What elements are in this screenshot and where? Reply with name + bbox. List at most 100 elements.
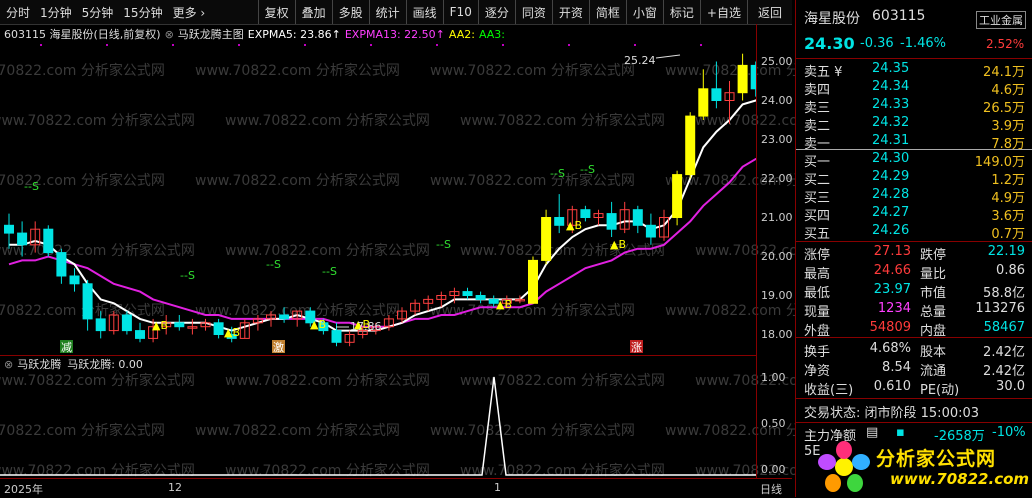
ask-price: 24.34	[872, 79, 910, 94]
month-12-label: 12	[168, 481, 182, 494]
y-tick-label: 21.00	[761, 210, 793, 224]
tool-button-4[interactable]: 画线	[405, 0, 443, 24]
ask-row[interactable]: 卖二 24.32 3.9万	[796, 115, 1032, 134]
bid-price: 24.28	[872, 187, 910, 202]
candlestick-chart[interactable]: --S--S--S--S--S--S --S▲B▲B▲B ▲B▲B▲B▲B25.24…	[0, 42, 756, 354]
close-icon[interactable]: ⊗	[4, 358, 13, 371]
close-icon[interactable]: ⊗	[165, 28, 174, 41]
period-tab-2[interactable]: 5分钟	[82, 4, 114, 21]
top-marker	[436, 44, 438, 46]
tool-button-10[interactable]: 小窗	[625, 0, 663, 24]
top-marker	[568, 44, 570, 46]
bid-label: 买二	[804, 173, 831, 188]
sell-signal: --S	[580, 163, 595, 176]
candle-body	[685, 115, 696, 176]
tag-jian: 减	[61, 341, 72, 354]
stats-label: 总量	[920, 305, 947, 320]
indicator-name[interactable]: 马跃龙腾主图	[178, 26, 244, 42]
tool-button-13[interactable]: 返回	[746, 0, 792, 24]
stats-label: 涨停	[804, 248, 831, 263]
y-tick-label: 20.00	[761, 249, 793, 263]
sub-indicator-bar: ⊗ 马跃龙腾 马跃龙腾: 0.00	[0, 355, 756, 372]
bid-volume: 149.0万	[974, 155, 1025, 170]
fin-value: 0.610	[873, 379, 911, 394]
ask-price: 24.35	[872, 61, 910, 76]
period-tab-1[interactable]: 1分钟	[40, 4, 72, 21]
period-tab-4[interactable]: 更多 ›	[173, 4, 206, 21]
expand-icon[interactable]: ▤	[866, 425, 878, 440]
flower-logo-icon	[818, 441, 870, 492]
tool-button-0[interactable]: 复权	[257, 0, 295, 24]
ask-volume: 24.1万	[983, 65, 1025, 80]
period-tab-3[interactable]: 15分钟	[123, 4, 162, 21]
candle-body	[56, 252, 67, 277]
tool-button-2[interactable]: 多股	[331, 0, 369, 24]
fin-value: 2.42亿	[983, 345, 1025, 360]
tool-button-3[interactable]: 统计	[368, 0, 406, 24]
stats-label: 最高	[804, 267, 831, 282]
tool-button-11[interactable]: 标记	[662, 0, 700, 24]
ask-row[interactable]: 卖五 ¥ 24.35 24.1万	[796, 61, 1032, 80]
buy-signal: ▲B	[496, 298, 512, 311]
stats-value: 58467	[983, 320, 1025, 335]
logo-text: 分析家公式网	[876, 448, 997, 470]
top-marker	[370, 44, 372, 46]
candle-body	[632, 209, 643, 226]
quote-panel: 海星股份 603115 工业金属 24.30 -0.36 -1.46% 2.52…	[795, 0, 1032, 497]
fin-label: 净资	[804, 364, 831, 379]
expma5-line	[9, 99, 756, 332]
stats-row: 最低 23.97 市值 58.8亿	[796, 282, 1032, 301]
stats-label: 市值	[920, 286, 947, 301]
period-label[interactable]: 日线	[760, 481, 782, 497]
candle-body	[554, 217, 565, 226]
stats-label: 最低	[804, 286, 831, 301]
candle-body	[82, 283, 93, 320]
tool-button-1[interactable]: 叠加	[294, 0, 332, 24]
tool-button-5[interactable]: F10	[442, 0, 478, 24]
stats-value: 113276	[975, 301, 1025, 316]
candle-body	[121, 314, 132, 332]
sell-signal: --S	[180, 269, 195, 282]
top-marker	[40, 44, 42, 46]
stats-label: 量比	[920, 267, 947, 282]
y-tick-label: 24.00	[761, 93, 793, 107]
ask-price: 24.33	[872, 97, 910, 112]
stock-code: 603115	[872, 8, 926, 24]
bid-row[interactable]: 买一 24.30 149.0万	[796, 151, 1032, 170]
price-change-pct: -1.46%	[900, 36, 946, 51]
tool-button-12[interactable]: +自选	[699, 0, 747, 24]
buy-signal: ▲B	[566, 219, 582, 232]
tool-button-7[interactable]: 同资	[514, 0, 552, 24]
sub-indicator-chart[interactable]	[0, 371, 756, 477]
buy-signal: ▲B	[224, 326, 240, 339]
tool-button-8[interactable]: 开资	[551, 0, 589, 24]
stats-value: 0.86	[996, 263, 1025, 278]
sub-indicator-name[interactable]: 马跃龙腾	[17, 356, 61, 372]
sector-tag[interactable]: 工业金属	[976, 11, 1026, 29]
bid-row[interactable]: 买三 24.28 4.9万	[796, 187, 1032, 206]
bid-row[interactable]: 买二 24.29 1.2万	[796, 169, 1032, 188]
bid-row[interactable]: 买五 24.26 0.7万	[796, 223, 1032, 242]
fin-label: PE(动)	[920, 383, 960, 398]
price-axis: 25.00 24.00 23.00 22.00 21.00 20.00 19.00 18.00…	[756, 24, 793, 479]
tool-button-9[interactable]: 简框	[588, 0, 626, 24]
fin-label: 换手	[804, 345, 831, 360]
ask-row[interactable]: 卖四 24.34 4.6万	[796, 79, 1032, 98]
buy-signal: ▲B	[152, 319, 168, 332]
stats-value: 23.97	[873, 282, 911, 297]
y-tick-label: 19.00	[761, 288, 793, 302]
tool-button-6[interactable]: 逐分	[477, 0, 515, 24]
bid-row[interactable]: 买四 24.27 3.6万	[796, 205, 1032, 224]
candle-body	[580, 209, 591, 218]
sub-y-tick-label: 0.50	[761, 417, 786, 430]
period-tab-0[interactable]: 分时	[6, 4, 30, 21]
candle-body	[17, 232, 28, 246]
y-tick-label: 22.00	[761, 171, 793, 185]
ask-row[interactable]: 卖三 24.33 26.5万	[796, 97, 1032, 116]
top-marker	[700, 44, 702, 46]
candle-body	[737, 64, 748, 94]
stock-title: 603115 海星股份(日线,前复权)	[4, 28, 161, 41]
sell-signal: --S	[550, 167, 565, 180]
top-marker	[172, 44, 174, 46]
candle-body	[475, 295, 486, 300]
